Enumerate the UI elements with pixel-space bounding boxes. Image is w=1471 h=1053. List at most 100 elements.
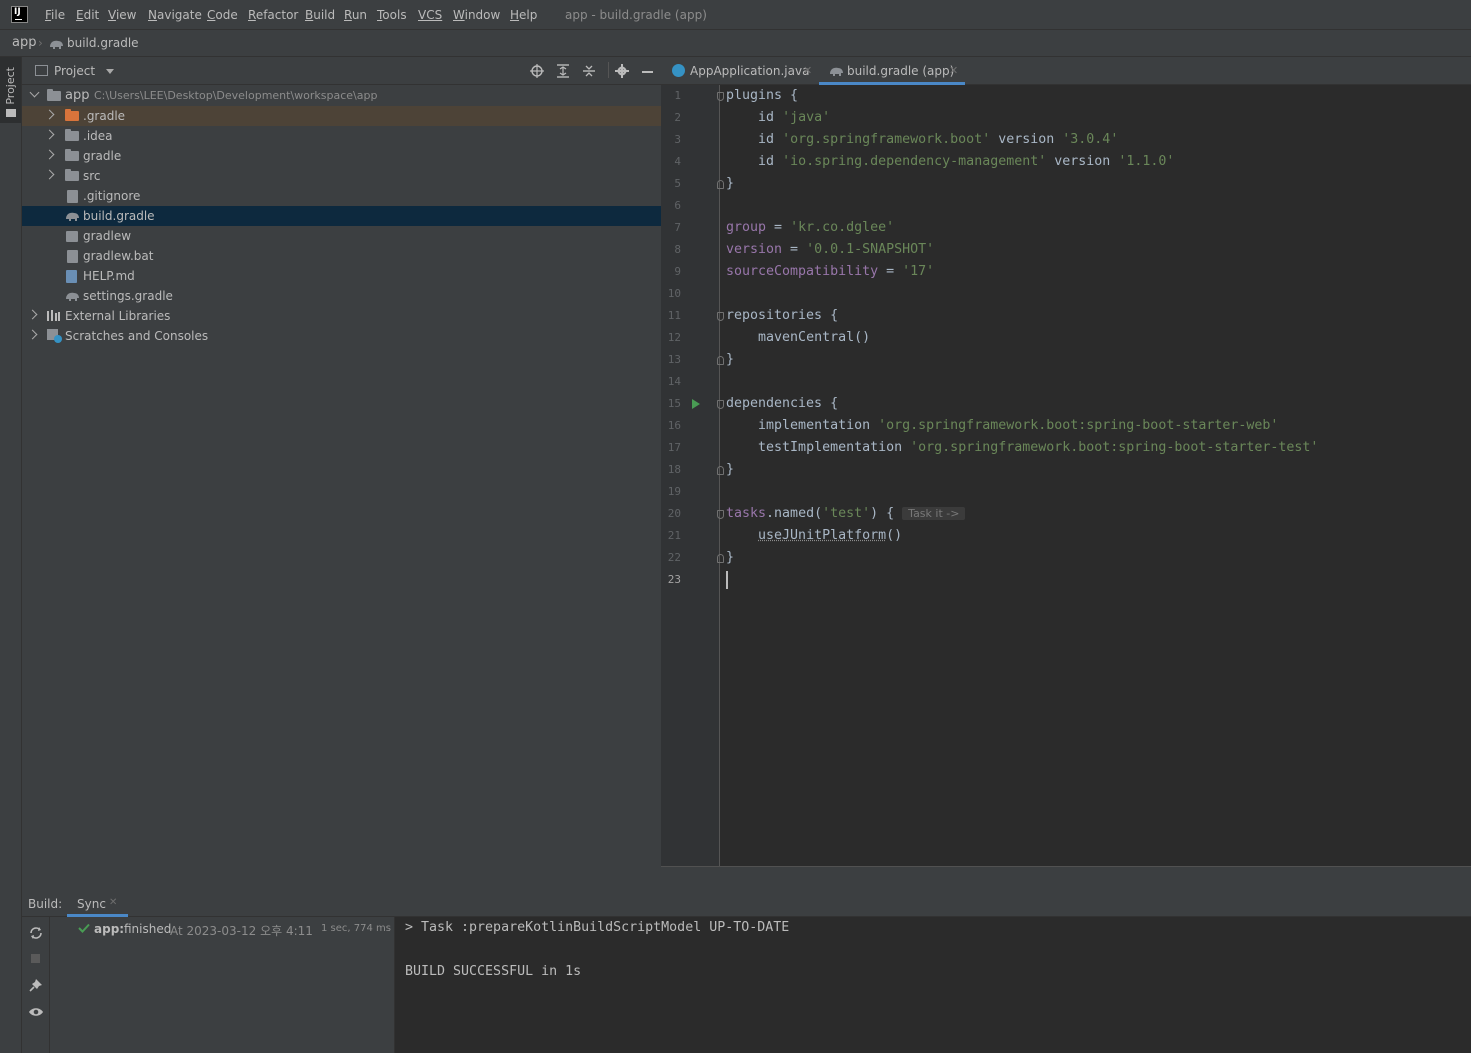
line-number: 17 (667, 441, 681, 454)
tree-item-settings-gradle[interactable]: settings.gradle (22, 286, 661, 306)
tree-item-scratches[interactable]: Scratches and Consoles (22, 326, 661, 346)
build-result-row[interactable]: app: finished At 2023-03-12 오후 4:11 1 se… (50, 919, 394, 939)
tree-item-src[interactable]: src (22, 166, 661, 186)
fold-icon[interactable] (717, 180, 724, 189)
close-icon[interactable]: ✕ (803, 57, 812, 85)
chevron-right-icon[interactable] (44, 109, 55, 120)
chevron-down-icon[interactable] (106, 69, 114, 74)
fold-icon[interactable] (717, 554, 724, 563)
build-console[interactable]: > Task :prepareKotlinBuildScriptModel UP… (395, 917, 1471, 1053)
tree-item-idea[interactable]: .idea (22, 126, 661, 146)
tree-item-build-gradle[interactable]: build.gradle (22, 206, 661, 226)
menu-edit[interactable]: Edit (76, 8, 99, 22)
tree-item-external-libraries[interactable]: External Libraries (22, 306, 661, 326)
tree-item-gradle[interactable]: gradle (22, 146, 661, 166)
breadcrumb-file[interactable]: build.gradle (67, 36, 139, 50)
tree-item-label: gradle (83, 149, 122, 163)
build-result-duration: 1 sec, 774 ms (321, 923, 391, 934)
gear-icon[interactable] (615, 64, 629, 78)
code-line-22: } (726, 550, 735, 565)
text-file-icon (67, 250, 78, 263)
expand-all-icon[interactable] (556, 64, 570, 78)
menu-view[interactable]: View (108, 8, 136, 22)
tree-item-label: gradlew.bat (83, 249, 154, 263)
tree-item-gradlew-bat[interactable]: gradlew.bat (22, 246, 661, 266)
chevron-right-icon[interactable] (44, 129, 55, 140)
menu-build[interactable]: Build (305, 8, 335, 22)
locate-file-icon[interactable] (530, 64, 544, 78)
collapse-all-icon[interactable] (582, 64, 596, 78)
close-icon[interactable]: ✕ (949, 57, 958, 85)
breadcrumb-root[interactable]: app (12, 35, 36, 50)
tab-app-application[interactable]: AppApplication.java ✕ (661, 57, 818, 84)
intellij-logo-icon[interactable]: IJ (11, 6, 28, 23)
tree-item-help-md[interactable]: HELP.md (22, 266, 661, 286)
menu-navigate[interactable]: Navigate (148, 8, 202, 22)
stop-icon[interactable] (31, 954, 40, 963)
build-result-name: app: (94, 922, 125, 936)
project-panel-title[interactable]: Project (54, 64, 95, 78)
fold-icon[interactable] (717, 92, 724, 101)
fold-icon[interactable] (717, 400, 724, 409)
tree-item-gradlew[interactable]: gradlew (22, 226, 661, 246)
editor-bottom-bar (661, 866, 1471, 890)
chevron-right-icon[interactable] (27, 329, 38, 340)
menu-run[interactable]: Run (344, 8, 367, 22)
tree-item-label: settings.gradle (83, 289, 173, 303)
fold-icon[interactable] (717, 312, 724, 321)
line-number: 22 (667, 551, 681, 564)
code-line-3: id 'org.springframework.boot' version '3… (758, 132, 1119, 147)
tab-label: Sync (77, 897, 106, 911)
eye-icon[interactable] (28, 1006, 44, 1018)
tree-item-label: build.gradle (83, 209, 155, 223)
menu-vcs[interactable]: VCS (418, 8, 442, 22)
menu-bar: IJ File Edit View Navigate Code Refactor… (0, 0, 1471, 29)
menu-file[interactable]: File (45, 8, 65, 22)
code-line-18: } (726, 462, 735, 477)
code-line-12: mavenCentral() (758, 330, 871, 345)
line-number: 4 (674, 155, 681, 168)
tab-build-gradle[interactable]: build.gradle (app) ✕ (819, 57, 965, 85)
fold-icon[interactable] (717, 510, 724, 519)
tree-root-path: C:\Users\LEE\Desktop\Development\workspa… (94, 89, 378, 102)
chevron-right-icon[interactable] (44, 169, 55, 180)
menu-window[interactable]: Window (453, 8, 500, 22)
menu-code[interactable]: Code (207, 8, 238, 22)
shell-script-icon (66, 231, 78, 242)
menu-help[interactable]: Help (510, 8, 537, 22)
code-line-13: } (726, 352, 735, 367)
chevron-down-icon[interactable] (29, 87, 40, 98)
line-number: 14 (667, 375, 681, 388)
navigation-bar: app › build.gradle (0, 29, 1471, 57)
build-result-status: finished (124, 922, 172, 936)
chevron-right-icon[interactable] (44, 149, 55, 160)
build-label: Build: (28, 897, 63, 911)
project-tool-tab[interactable]: Project (0, 57, 21, 123)
tab-sync[interactable]: Sync ✕ (67, 890, 128, 917)
tree-item-gitignore[interactable]: .gitignore (22, 186, 661, 206)
libraries-icon (47, 310, 60, 321)
tree-item-label: .gitignore (83, 189, 141, 203)
code-line-9: sourceCompatibility = '17' (726, 264, 935, 279)
menu-refactor[interactable]: Refactor (248, 8, 298, 22)
code-line-1: plugins { (726, 88, 799, 103)
tree-item-gradle-dir[interactable]: .gradle (22, 106, 661, 126)
tree-root[interactable]: app C:\Users\LEE\Desktop\Development\wor… (22, 86, 661, 106)
fold-icon[interactable] (717, 466, 724, 475)
module-folder-icon (47, 89, 61, 101)
chevron-right-icon[interactable] (27, 309, 38, 320)
pin-icon[interactable] (29, 978, 43, 992)
line-number: 8 (674, 243, 681, 256)
tree-item-label: gradlew (83, 229, 132, 243)
code-line-8: version = '0.0.1-SNAPSHOT' (726, 242, 935, 257)
minimize-icon[interactable] (642, 71, 653, 73)
build-panel: Build: Sync ✕ app: finished At 2023-03-1… (22, 890, 1471, 1053)
sync-icon[interactable] (29, 926, 43, 940)
run-gutter-icon[interactable] (692, 399, 700, 409)
code-editor[interactable]: plugins { id 'java' id 'org.springframew… (717, 85, 1471, 866)
project-tool-tab-label: Project (4, 67, 17, 105)
gradle-elephant-icon (50, 40, 63, 49)
close-icon[interactable]: ✕ (109, 897, 117, 908)
fold-icon[interactable] (717, 356, 724, 365)
menu-tools[interactable]: Tools (377, 8, 407, 22)
